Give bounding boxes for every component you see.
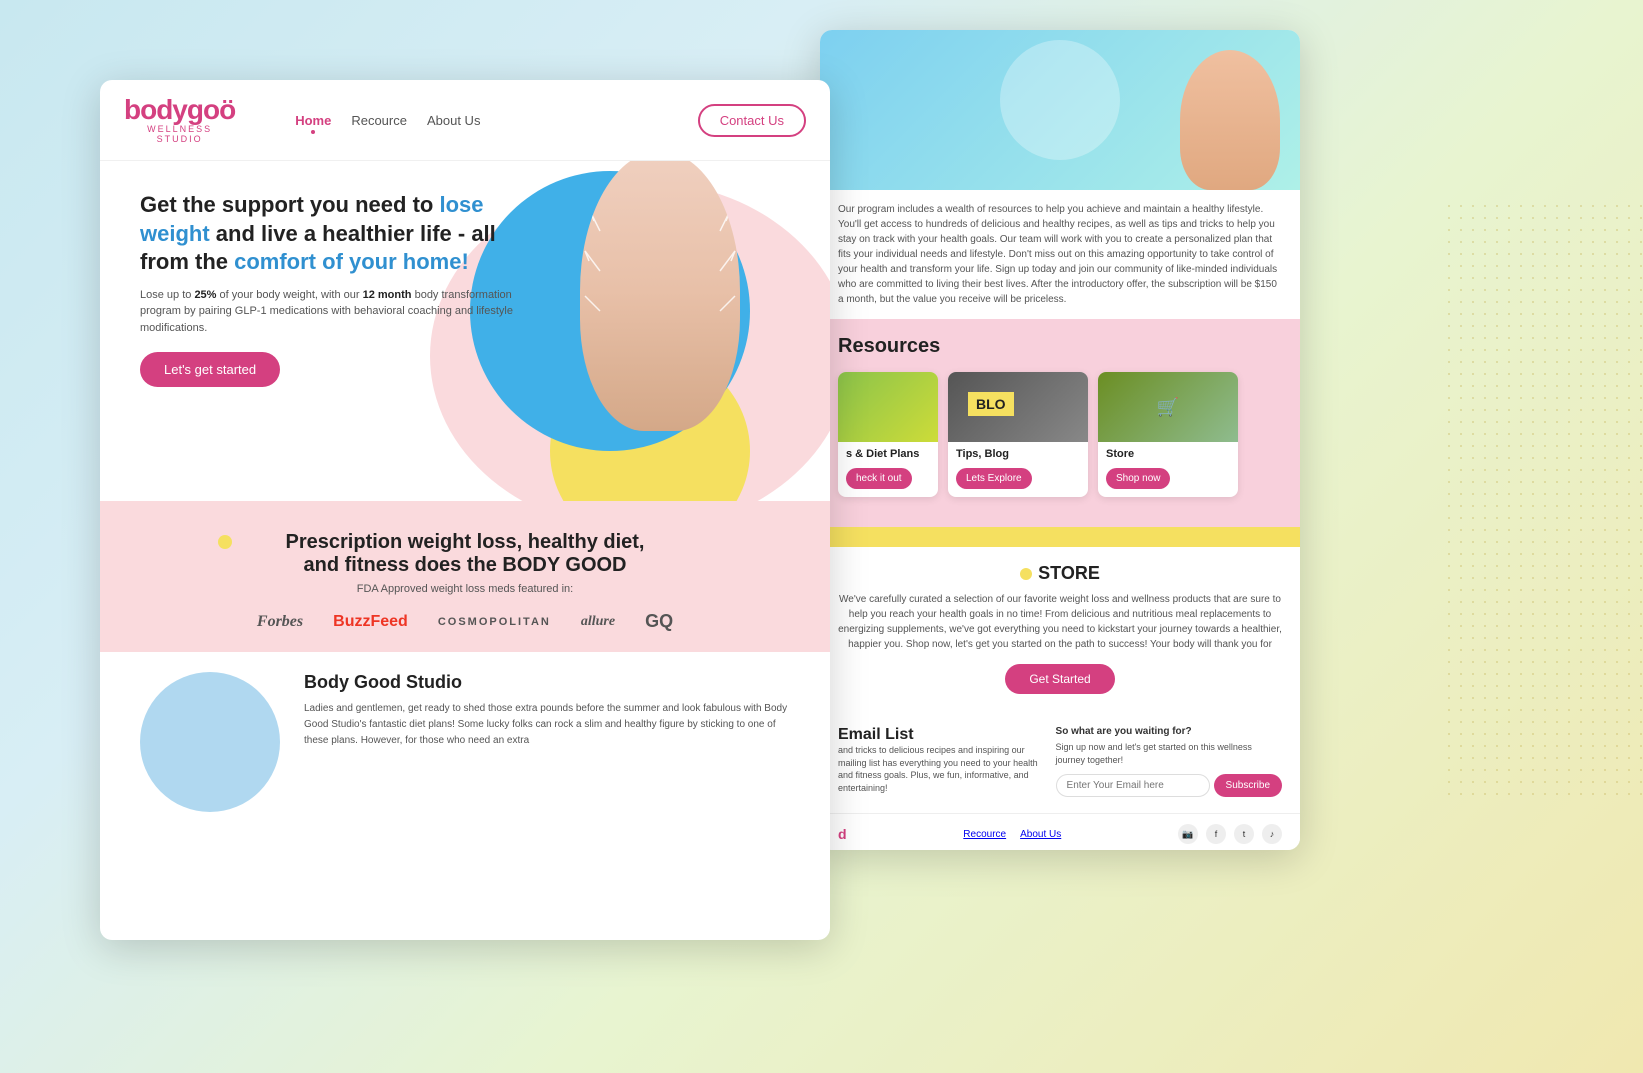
body-arrows-svg [580, 161, 740, 431]
fda-approved-text: FDA Approved weight loss meds featured i… [140, 583, 790, 595]
diet-card-button[interactable]: heck it out [846, 468, 912, 489]
brands-row: Forbes BuzzFeed COSMOPOLITAN allure GQ [140, 611, 790, 632]
back-store-section: STORE We've carefully curated a selectio… [820, 547, 1300, 710]
prescription-yellow-dot [218, 535, 232, 549]
diet-card-label: s & Diet Plans [838, 442, 938, 464]
instagram-icon[interactable]: 📷 [1178, 824, 1198, 844]
store-title: STORE [1038, 563, 1100, 584]
logo-subtitle: WELLNESSSTUDIO [124, 124, 235, 144]
nav-active-dot [311, 130, 315, 134]
bodygood-section: Body Good Studio Ladies and gentlemen, g… [100, 652, 830, 832]
back-footer: d Recource About Us 📷 f t ♪ [820, 813, 1300, 850]
headline-blue2: comfort of your home! [234, 249, 469, 274]
store-card-button[interactable]: Shop now [1106, 468, 1170, 489]
email-list-title: Email List [838, 726, 1040, 744]
bodygood-text-col: Body Good Studio Ladies and gentlemen, g… [304, 672, 790, 749]
footer-nav-resource[interactable]: Recource [963, 829, 1006, 840]
tiktok-icon[interactable]: ♪ [1262, 824, 1282, 844]
resource-card-blog: BLO Tips, Blog Lets Explore [948, 372, 1088, 497]
body-figure-image [560, 161, 760, 461]
prescription-section: Prescription weight loss, healthy diet,a… [100, 501, 830, 652]
resources-cards-container: s & Diet Plans heck it out BLO Tips, Blo… [838, 372, 1282, 497]
bodygood-photo [140, 672, 280, 812]
email-list-section: Email List and tricks to delicious recip… [820, 710, 1300, 813]
nav-links: Home Recource About Us [295, 113, 480, 128]
brand-buzzfeed: BuzzFeed [333, 613, 408, 631]
subtext-mid: of your body weight, with our [220, 289, 363, 301]
email-left-desc: and tricks to delicious recipes and insp… [838, 744, 1040, 794]
email-right-col: So what are you waiting for? Sign up now… [1056, 726, 1282, 797]
store-section-title-row: STORE [838, 563, 1282, 584]
hero-section: Get the support you need to lose weight … [100, 161, 830, 501]
twitter-icon[interactable]: t [1234, 824, 1254, 844]
hero-headline: Get the support you need to lose weight … [140, 191, 520, 277]
logo: bodygoö WELLNESSSTUDIO [124, 96, 235, 144]
resource-card-diet: s & Diet Plans heck it out [838, 372, 938, 497]
nav-resource[interactable]: Recource [351, 113, 407, 128]
bodygood-title: Body Good Studio [304, 672, 790, 693]
bodygood-desc: Ladies and gentlemen, get ready to shed … [304, 701, 790, 749]
brand-gq: GQ [645, 611, 673, 632]
main-nav: bodygoö WELLNESSSTUDIO Home Recource Abo… [100, 80, 830, 161]
store-description: We've carefully curated a selection of o… [838, 592, 1282, 652]
resource-card-store: 🛒 Store Shop now [1098, 372, 1238, 497]
store-yellow-dot [1020, 568, 1032, 580]
back-card: Our program includes a wealth of resourc… [820, 30, 1300, 850]
blog-card-label: Tips, Blog [948, 442, 1088, 464]
footer-logo: d [838, 826, 847, 842]
footer-social-icons: 📷 f t ♪ [1178, 824, 1282, 844]
brand-cosmopolitan: COSMOPOLITAN [438, 616, 551, 628]
bg-dots-decoration [1443, 200, 1643, 800]
contact-us-button[interactable]: Contact Us [698, 104, 806, 137]
footer-nav-about[interactable]: About Us [1020, 829, 1061, 840]
headline-part1: Get the support you need to [140, 192, 439, 217]
email-input[interactable] [1056, 774, 1210, 797]
store-get-started-button[interactable]: Get Started [1005, 664, 1114, 694]
back-intro-text: Our program includes a wealth of resourc… [838, 204, 1277, 305]
nav-about[interactable]: About Us [427, 113, 480, 128]
brand-allure: allure [581, 614, 615, 630]
footer-nav: Recource About Us [963, 829, 1061, 840]
prescription-title-text: Prescription weight loss, healthy diet,a… [286, 531, 645, 576]
hero-text-block: Get the support you need to lose weight … [140, 181, 520, 387]
resources-title: Resources [838, 335, 1282, 358]
subscribe-button[interactable]: Subscribe [1214, 774, 1282, 797]
back-resources-section: Resources s & Diet Plans heck it out BLO… [820, 319, 1300, 527]
body-figure-silhouette [580, 161, 740, 431]
back-top-figure [1180, 50, 1280, 190]
hero-cta-button[interactable]: Let's get started [140, 352, 280, 387]
email-left-col: Email List and tricks to delicious recip… [838, 726, 1040, 794]
brand-forbes: Forbes [257, 613, 303, 631]
front-card: bodygoö WELLNESSSTUDIO Home Recource Abo… [100, 80, 830, 940]
back-card-content: Our program includes a wealth of resourc… [820, 30, 1300, 850]
logo-text: bodygoö [124, 96, 235, 124]
store-card-label: Store [1098, 442, 1238, 464]
back-top-text: Our program includes a wealth of resourc… [820, 190, 1300, 307]
email-desc: Sign up now and let's get started on thi… [1056, 741, 1282, 766]
email-input-row: Subscribe [1056, 774, 1282, 797]
subtext-percent: 25% [194, 289, 216, 301]
back-top-circle-decoration [1000, 40, 1120, 160]
subtext-months: 12 month [363, 289, 412, 301]
prescription-title: Prescription weight loss, healthy diet,a… [140, 531, 790, 577]
subtext-pre: Lose up to [140, 289, 194, 301]
facebook-icon[interactable]: f [1206, 824, 1226, 844]
diet-card-image [838, 372, 938, 442]
nav-home[interactable]: Home [295, 113, 331, 128]
email-subtitle: So what are you waiting for? [1056, 726, 1282, 737]
blog-card-image: BLO [948, 372, 1088, 442]
back-top-hero-image [820, 30, 1300, 190]
blo-badge: BLO [968, 392, 1014, 416]
store-card-image: 🛒 [1098, 372, 1238, 442]
blog-card-button[interactable]: Lets Explore [956, 468, 1032, 489]
hero-subtext: Lose up to 25% of your body weight, with… [140, 287, 520, 337]
